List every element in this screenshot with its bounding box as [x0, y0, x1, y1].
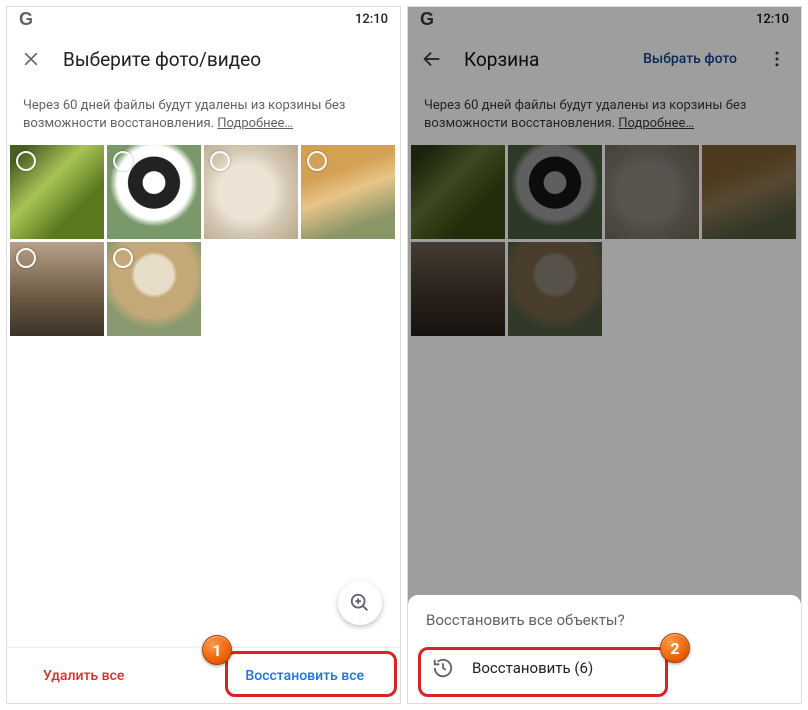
photo-grid [7, 145, 400, 336]
photo-thumb[interactable] [107, 242, 201, 336]
restore-sheet: Восстановить все объекты? Восстановить (… [408, 595, 801, 703]
header: Выберите фото/видео [7, 31, 400, 87]
photo-thumb[interactable] [204, 145, 298, 239]
restore-action[interactable]: Восстановить (6) [426, 645, 783, 693]
photo-thumb[interactable] [301, 145, 395, 239]
restore-all-button[interactable]: Восстановить все [233, 660, 376, 692]
photo-thumb[interactable] [10, 145, 104, 239]
select-circle-icon[interactable] [16, 151, 36, 171]
select-circle-icon[interactable] [16, 248, 36, 268]
restore-icon [432, 657, 454, 679]
zoom-in-icon [349, 592, 371, 614]
info-bar: Через 60 дней файлы будут удалены из кор… [7, 87, 400, 145]
screen-trash: G 12:10 Корзина Выбрать фото Через 60 дн… [407, 6, 802, 704]
select-circle-icon[interactable] [113, 151, 133, 171]
select-circle-icon[interactable] [210, 151, 230, 171]
status-bar: G 12:10 [7, 7, 400, 31]
photo-thumb[interactable] [10, 242, 104, 336]
info-text: Через 60 дней файлы будут удалены из кор… [23, 98, 345, 131]
zoom-fab[interactable] [338, 581, 382, 625]
select-circle-icon[interactable] [307, 151, 327, 171]
close-icon[interactable] [19, 47, 43, 71]
restore-label: Восстановить (6) [472, 659, 593, 677]
sheet-title: Восстановить все объекты? [426, 611, 783, 629]
photo-thumb[interactable] [107, 145, 201, 239]
bottom-bar: Удалить все Восстановить все [7, 647, 400, 703]
more-link[interactable]: Подробнее… [217, 116, 293, 131]
clock-time: 12:10 [355, 12, 388, 27]
g-logo: G [19, 9, 33, 30]
delete-all-button[interactable]: Удалить все [31, 660, 136, 692]
select-circle-icon[interactable] [113, 248, 133, 268]
screen-select: G 12:10 Выберите фото/видео Через 60 дне… [6, 6, 401, 704]
page-title: Выберите фото/видео [63, 48, 388, 71]
